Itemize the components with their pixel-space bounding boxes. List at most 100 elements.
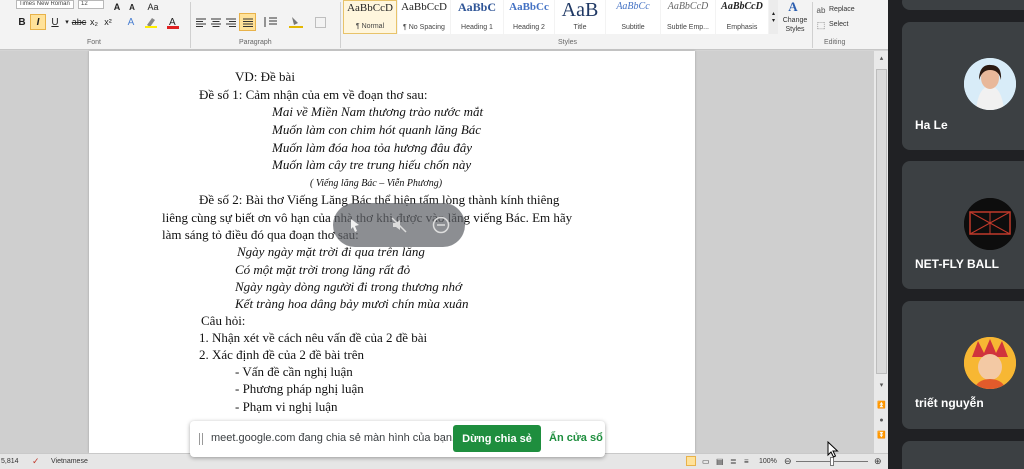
style-title[interactable]: AaB Title	[555, 0, 605, 34]
doc-line: Câu hỏi:	[201, 313, 246, 328]
document-page[interactable]: VD: Đề bài Đề số 1: Cảm nhận của em về đ…	[89, 51, 695, 453]
strikethrough-button[interactable]: abc	[72, 15, 87, 29]
font-color-icon[interactable]: A	[166, 15, 180, 29]
paragraph-group-label: Paragraph	[239, 39, 272, 46]
superscript-button[interactable]: x²	[102, 15, 114, 29]
outline-icon[interactable]: ≣	[730, 457, 737, 466]
language-indicator[interactable]: Vietnamese	[51, 458, 88, 465]
style-heading-2[interactable]: AaBbCc Heading 2	[504, 0, 554, 34]
select-icon[interactable]: ⬚	[815, 18, 827, 32]
align-center-icon[interactable]	[210, 15, 222, 29]
poem-line: Muốn làm con chim hót quanh lăng Bác	[272, 122, 482, 137]
avatar	[964, 198, 1016, 250]
web-layout-icon[interactable]: ▤	[716, 457, 724, 466]
style-subtitle[interactable]: AaBbCc Subtitle	[606, 0, 660, 34]
participant-tile[interactable]: Ha Le	[902, 22, 1024, 150]
style-no-spacing[interactable]: AaBbCcD ¶ No Spacing	[398, 0, 450, 34]
underline-dropdown-icon[interactable]: ▾	[64, 15, 70, 29]
participant-tile[interactable]: triết nguyễn	[902, 301, 1024, 429]
style-name: Subtitle	[621, 24, 645, 31]
participant-name: NET-FLY BALL	[915, 257, 1000, 271]
style-sample: AaBbCcD	[347, 2, 393, 14]
zoom-in-icon[interactable]: ⊕	[874, 456, 882, 467]
style-sample: AaBbCcD	[721, 1, 763, 12]
align-right-icon[interactable]	[225, 15, 237, 29]
group-divider	[190, 2, 191, 48]
style-subtle-emphasis[interactable]: AaBbCcD Subtle Emp...	[661, 0, 715, 34]
subscript-button[interactable]: x₂	[88, 15, 100, 29]
style-emphasis[interactable]: AaBbCcD Emphasis	[716, 0, 768, 34]
italic-button[interactable]: I	[30, 14, 46, 30]
vertical-scrollbar[interactable]: ▴ ▾ ⏫ ● ⏬	[873, 51, 888, 453]
poem-citation: ( Viếng lăng Bác – Viễn Phương)	[310, 178, 443, 189]
avatar	[964, 58, 1016, 110]
change-styles-icon[interactable]: A	[784, 0, 802, 14]
poem-line: Kết tràng hoa dâng bảy mươi chín mùa xuâ…	[235, 296, 469, 311]
participant-name: triết nguyễn	[915, 396, 984, 410]
print-layout-icon[interactable]	[686, 456, 696, 466]
zoom-out-icon[interactable]: ⊖	[784, 456, 792, 467]
align-left-icon[interactable]	[195, 15, 207, 29]
proofing-icon[interactable]: ✓	[32, 456, 40, 467]
poem-line: Ngày ngày dòng người đi trong thương nhớ	[235, 279, 462, 294]
font-name-box[interactable]: Times New Roman	[16, 0, 74, 9]
line-spacing-icon[interactable]	[262, 15, 278, 29]
word-count[interactable]: 5,814	[1, 458, 19, 465]
participant-tile[interactable]: NET-FLY BALL	[902, 161, 1024, 289]
doc-line: làm sáng tỏ điều đó qua đoạn thơ sau:	[162, 227, 359, 242]
doc-line: - Phương pháp nghị luận	[235, 381, 364, 396]
participant-tile[interactable]	[902, 441, 1024, 469]
participant-tile[interactable]	[902, 0, 1024, 10]
remove-icon[interactable]	[430, 214, 452, 236]
mute-icon[interactable]	[388, 214, 410, 236]
styles-scroll-icon[interactable]: ▴ ▾	[769, 0, 778, 34]
participants-panel: Ha Le NET-FLY BALL triết nguyễn	[888, 0, 1024, 469]
select-button[interactable]: Select	[829, 21, 848, 28]
shading-icon[interactable]	[288, 15, 304, 29]
poem-line: Muốn làm đóa hoa tỏa hương đâu đây	[272, 140, 472, 155]
stop-sharing-button[interactable]: Dừng chia sẻ	[453, 425, 541, 452]
underline-button[interactable]: U	[49, 15, 61, 29]
text-effects-icon[interactable]: A	[124, 15, 138, 29]
doc-line: Đề số 1: Cảm nhận của em về đoạn thơ sau…	[199, 87, 428, 102]
draft-icon[interactable]: ≡	[744, 457, 749, 466]
doc-line: - Vấn đề cần nghị luận	[235, 364, 353, 379]
style-name: ¶ No Spacing	[403, 24, 445, 31]
style-sample: AaBbC	[457, 0, 496, 14]
style-sample: AaBbCcD	[401, 1, 447, 13]
scroll-up-icon[interactable]: ▴	[876, 54, 887, 64]
previous-page-icon[interactable]: ⏫	[876, 401, 887, 411]
justify-icon[interactable]	[239, 13, 256, 31]
style-heading-1[interactable]: AaBbC Heading 1	[451, 0, 503, 34]
font-size-box[interactable]: 12	[78, 0, 104, 9]
change-styles-label[interactable]: Change Styles	[780, 16, 810, 34]
style-name: Heading 1	[461, 24, 493, 31]
ribbon: Times New Roman 12 A A Aa B I U ▾ abc x₂…	[0, 0, 888, 50]
group-divider	[812, 2, 813, 48]
style-name: Subtle Emp...	[666, 24, 710, 31]
scroll-down-icon[interactable]: ▾	[876, 381, 887, 391]
clear-format-button[interactable]: Aa	[146, 0, 160, 14]
hide-window-button[interactable]: Ẩn cửa sổ	[549, 432, 603, 444]
bold-button[interactable]: B	[16, 15, 28, 29]
full-screen-icon[interactable]: ▭	[702, 457, 710, 466]
doc-line: 1. Nhận xét về cách nêu vấn đề của 2 đề …	[199, 330, 428, 345]
borders-icon[interactable]	[312, 15, 328, 29]
drag-handle-icon[interactable]	[199, 433, 203, 445]
pin-icon[interactable]	[344, 214, 366, 236]
highlight-icon[interactable]	[144, 15, 158, 29]
replace-button[interactable]: Replace	[829, 6, 855, 13]
grow-font-button[interactable]: A	[110, 0, 124, 14]
style-sample: AaBbCcD	[667, 1, 709, 12]
zoom-level[interactable]: 100%	[759, 458, 777, 465]
next-page-icon[interactable]: ⏬	[876, 431, 887, 441]
style-sample: AaB	[561, 0, 599, 21]
replace-icon[interactable]: ab	[815, 3, 827, 17]
shrink-font-button[interactable]: A	[126, 0, 138, 14]
document-canvas: VD: Đề bài Đề số 1: Cảm nhận của em về đ…	[0, 51, 873, 453]
scroll-thumb[interactable]	[876, 69, 887, 374]
browse-object-icon[interactable]: ●	[876, 416, 887, 426]
style-normal[interactable]: AaBbCcD ¶ Normal	[343, 0, 397, 34]
doc-line: 2. Xác định đề của 2 đề bài trên	[199, 347, 364, 362]
editing-group-label: Editing	[824, 39, 846, 46]
